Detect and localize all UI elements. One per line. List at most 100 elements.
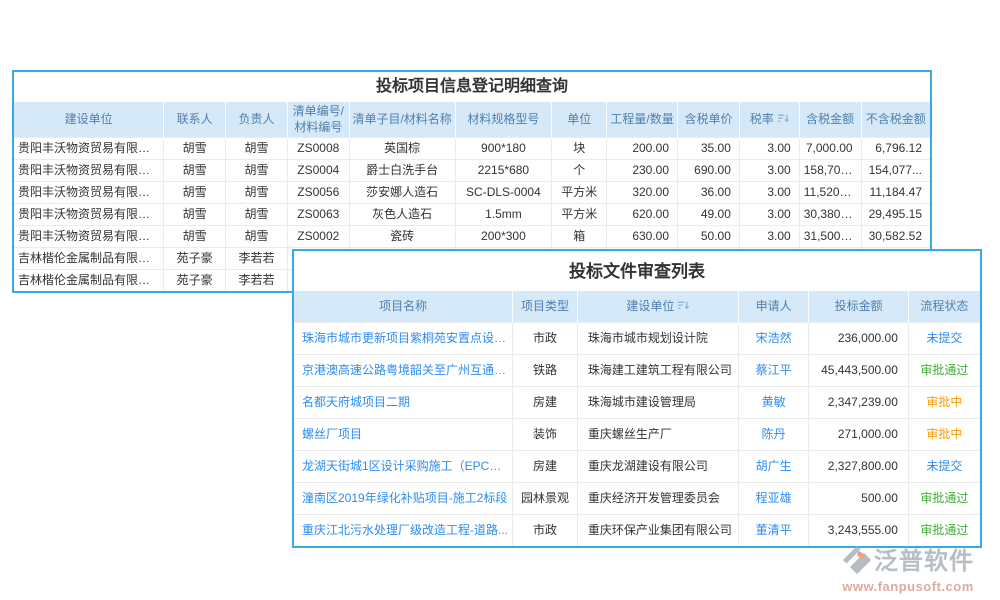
review-cell-2: 重庆环保产业集团有限公司 [577, 515, 738, 547]
review-body: 珠海市城市更新项目紫桐苑安置点设计...市政珠海市城市规划设计院宋浩然236,0… [294, 323, 980, 547]
detail-cell-8: 690.00 [678, 160, 740, 182]
detail-cell-2: 李若若 [226, 248, 288, 270]
review-cell-3[interactable]: 胡广生 [738, 451, 809, 483]
review-column-header-2[interactable]: 建设单位 [577, 291, 738, 323]
detail-column-header-5: 材料规格型号 [455, 102, 552, 138]
detail-cell-4: 灰色人造石 [349, 204, 455, 226]
detail-cell-7: 620.00 [607, 204, 678, 226]
review-cell-4: 2,347,239.00 [809, 387, 908, 419]
detail-cell-1: 胡雪 [164, 226, 226, 248]
detail-row: 贵阳丰沃物资贸易有限公司胡雪胡雪ZS0063灰色人造石1.5mm平方米620.0… [14, 204, 930, 226]
detail-cell-9: 3.00 [739, 226, 799, 248]
column-label: 联系人 [177, 112, 213, 126]
detail-cell-5: SC-DLS-0004 [455, 182, 552, 204]
detail-column-header-8: 含税单价 [678, 102, 740, 138]
column-label: 清单编号/材料编号 [293, 104, 344, 134]
detail-cell-2: 胡雪 [226, 204, 288, 226]
detail-cell-10: 158,700... [799, 160, 861, 182]
detail-cell-0: 贵阳丰沃物资贸易有限公司 [14, 226, 164, 248]
review-cell-4: 500.00 [809, 483, 908, 515]
detail-column-header-3: 清单编号/材料编号 [287, 102, 349, 138]
review-cell-1: 房建 [513, 387, 578, 419]
detail-cell-11: 29,495.15 [861, 204, 930, 226]
detail-cell-6: 平方米 [552, 182, 607, 204]
detail-cell-6: 块 [552, 138, 607, 160]
detail-cell-3: ZS0063 [287, 204, 349, 226]
detail-cell-4: 莎安娜人造石 [349, 182, 455, 204]
review-cell-3[interactable]: 董清平 [738, 515, 809, 547]
review-column-header-1: 项目类型 [513, 291, 578, 323]
review-cell-3[interactable]: 宋浩然 [738, 323, 809, 355]
detail-cell-8: 50.00 [678, 226, 740, 248]
review-cell-0[interactable]: 京港澳高速公路粤境韶关至广州互通路... [294, 355, 513, 387]
detail-cell-11: 6,796.12 [861, 138, 930, 160]
detail-cell-1: 苑子豪 [164, 270, 226, 292]
column-label: 税率 [750, 112, 774, 126]
detail-cell-2: 李若若 [226, 270, 288, 292]
review-cell-3[interactable]: 程亚雄 [738, 483, 809, 515]
review-cell-0[interactable]: 重庆江北污水处理厂级改造工程-道路... [294, 515, 513, 547]
detail-cell-11: 30,582.52 [861, 226, 930, 248]
detail-cell-2: 胡雪 [226, 182, 288, 204]
detail-cell-6: 箱 [552, 226, 607, 248]
column-label: 申请人 [756, 299, 792, 313]
detail-column-header-1: 联系人 [164, 102, 226, 138]
review-cell-3[interactable]: 蔡江平 [738, 355, 809, 387]
review-cell-3[interactable]: 陈丹 [738, 419, 809, 451]
detail-cell-5: 900*180 [455, 138, 552, 160]
detail-cell-2: 胡雪 [226, 226, 288, 248]
detail-column-header-2: 负责人 [226, 102, 288, 138]
review-cell-5: 审批通过 [908, 483, 980, 515]
review-cell-5: 审批中 [908, 387, 980, 419]
detail-cell-5: 1.5mm [455, 204, 552, 226]
detail-cell-6: 平方米 [552, 204, 607, 226]
review-column-header-3: 申请人 [738, 291, 809, 323]
detail-cell-8: 36.00 [678, 182, 740, 204]
review-cell-4: 3,243,555.00 [809, 515, 908, 547]
detail-cell-3: ZS0008 [287, 138, 349, 160]
review-column-header-5: 流程状态 [908, 291, 980, 323]
review-cell-3[interactable]: 黄敏 [738, 387, 809, 419]
review-cell-0[interactable]: 潼南区2019年绿化补贴项目-施工2标段 [294, 483, 513, 515]
sort-icon[interactable] [677, 300, 689, 311]
review-row: 京港澳高速公路粤境韶关至广州互通路...铁路珠海建工建筑工程有限公司蔡江平45,… [294, 355, 980, 387]
review-cell-2: 重庆螺丝生产厂 [577, 419, 738, 451]
detail-cell-9: 3.00 [739, 160, 799, 182]
detail-cell-0: 吉林楷伦金属制品有限公司 [14, 270, 164, 292]
detail-column-header-10: 含税金额 [799, 102, 861, 138]
column-label: 不含税金额 [866, 112, 926, 126]
detail-header-row: 建设单位联系人负责人清单编号/材料编号清单子目/材料名称材料规格型号单位工程量/… [14, 102, 930, 138]
review-cell-5: 审批通过 [908, 515, 980, 547]
detail-cell-4: 英国棕 [349, 138, 455, 160]
review-cell-0[interactable]: 珠海市城市更新项目紫桐苑安置点设计... [294, 323, 513, 355]
review-row: 重庆江北污水处理厂级改造工程-道路...市政重庆环保产业集团有限公司董清平3,2… [294, 515, 980, 547]
detail-cell-10: 31,500.00 [799, 226, 861, 248]
detail-column-header-7: 工程量/数量 [607, 102, 678, 138]
review-cell-1: 铁路 [513, 355, 578, 387]
detail-cell-3: ZS0056 [287, 182, 349, 204]
detail-column-header-11: 不含税金额 [861, 102, 930, 138]
detail-cell-9: 3.00 [739, 204, 799, 226]
review-cell-1: 市政 [513, 515, 578, 547]
review-cell-0[interactable]: 龙湖天街城1区设计采购施工（EPC）... [294, 451, 513, 483]
column-label: 流程状态 [920, 299, 968, 313]
review-cell-0[interactable]: 名都天府城项目二期 [294, 387, 513, 419]
review-cell-2: 珠海城市建设管理局 [577, 387, 738, 419]
detail-panel-title: 投标项目信息登记明细查询 [14, 72, 930, 102]
detail-cell-6: 个 [552, 160, 607, 182]
review-column-header-4: 投标金额 [809, 291, 908, 323]
detail-row: 贵阳丰沃物资贸易有限公司胡雪胡雪ZS0004爵士白洗手台2215*680个230… [14, 160, 930, 182]
sort-icon[interactable] [777, 113, 789, 124]
review-panel-title: 投标文件审查列表 [294, 251, 980, 291]
review-cell-4: 2,327,800.00 [809, 451, 908, 483]
detail-column-header-9[interactable]: 税率 [739, 102, 799, 138]
column-label: 含税单价 [684, 112, 732, 126]
detail-column-header-0: 建设单位 [14, 102, 164, 138]
detail-cell-1: 胡雪 [164, 160, 226, 182]
detail-cell-10: 7,000.00 [799, 138, 861, 160]
detail-cell-2: 胡雪 [226, 160, 288, 182]
review-row: 龙湖天街城1区设计采购施工（EPC）...房建重庆龙湖建设有限公司胡广生2,32… [294, 451, 980, 483]
review-cell-0[interactable]: 螺丝厂项目 [294, 419, 513, 451]
review-cell-1: 市政 [513, 323, 578, 355]
detail-cell-1: 胡雪 [164, 182, 226, 204]
